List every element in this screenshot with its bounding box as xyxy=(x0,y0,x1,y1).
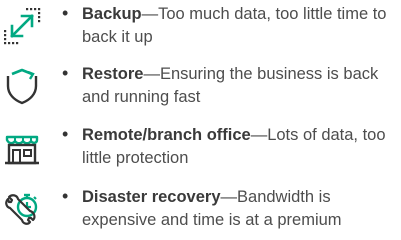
list-item-remote-branch-office: • Remote/branch office—Lots of data, too… xyxy=(0,121,401,177)
list-item-disaster-recovery: • Disaster recovery—Bandwidth is expensi… xyxy=(0,183,401,239)
separator: — xyxy=(220,188,238,206)
bullet: • xyxy=(62,186,69,206)
storefront-icon xyxy=(2,127,42,167)
item-text: Remote/branch office—Lots of data, too l… xyxy=(82,124,398,170)
item-title: Backup xyxy=(82,5,142,23)
separator: — xyxy=(141,5,159,23)
separator: — xyxy=(250,126,268,144)
shield-refresh-icon xyxy=(2,66,42,106)
bullet: • xyxy=(62,124,69,144)
item-text: Backup—Too much data, too little time to… xyxy=(82,3,398,49)
bullet: • xyxy=(62,3,69,23)
item-title: Remote/branch office xyxy=(82,126,251,144)
bullet: • xyxy=(62,63,69,83)
item-text: Disaster recovery—Bandwidth is expensive… xyxy=(82,186,398,232)
item-text: Restore—Ensuring the business is back an… xyxy=(82,63,398,109)
item-title: Disaster recovery xyxy=(82,188,221,206)
list-item-backup: • Backup—Too much data, too little time … xyxy=(0,0,401,56)
expand-arrow-icon xyxy=(2,6,42,46)
wrench-stopwatch-icon xyxy=(2,189,42,229)
separator: — xyxy=(143,65,160,83)
list-item-restore: • Restore—Ensuring the business is back … xyxy=(0,60,401,116)
item-title: Restore xyxy=(82,65,144,83)
